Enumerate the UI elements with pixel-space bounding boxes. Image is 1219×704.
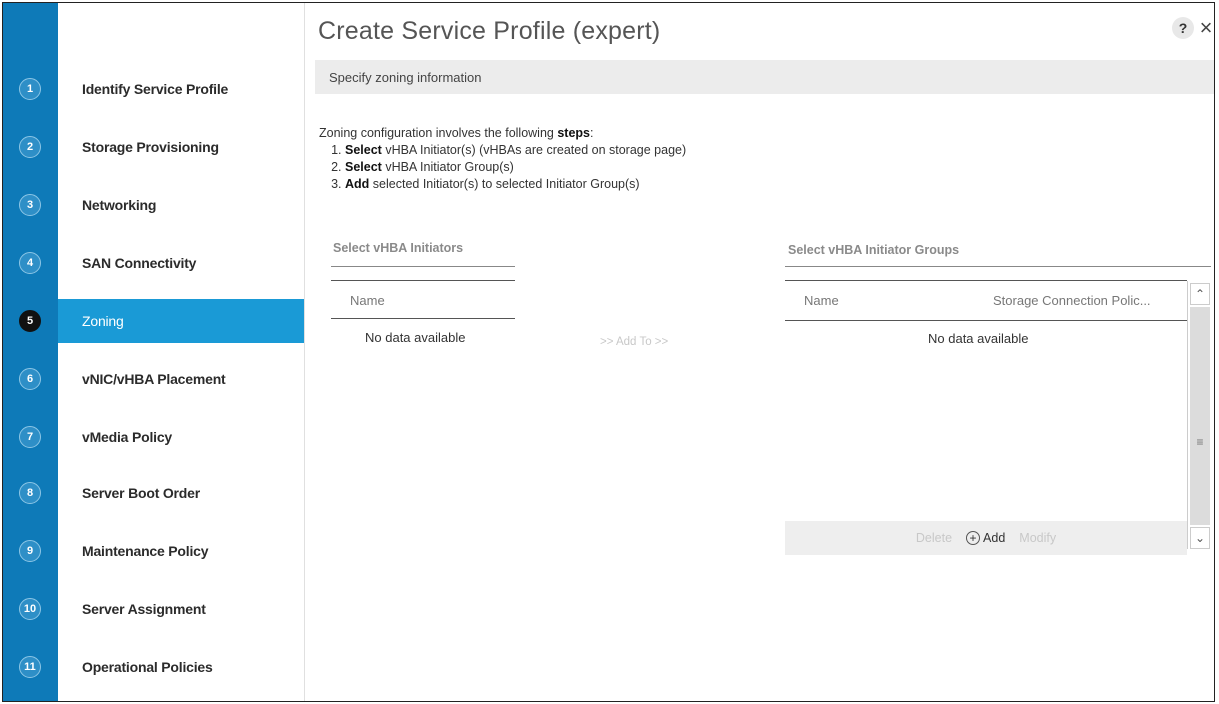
- initiators-section-label: Select vHBA Initiators: [333, 241, 464, 255]
- divider: [785, 280, 1187, 281]
- step-number-badge: 3: [19, 194, 41, 216]
- add-to-button[interactable]: >> Add To >>: [600, 336, 668, 348]
- step-number-badge: 8: [19, 482, 41, 504]
- wizard-step-operational-policies[interactable]: Operational Policies: [58, 645, 304, 689]
- step-number-badge: 1: [19, 78, 41, 100]
- page-title: Create Service Profile (expert): [318, 17, 661, 45]
- wizard-step-label: Identify Service Profile: [82, 81, 229, 97]
- close-icon[interactable]: ×: [1196, 15, 1214, 41]
- wizard-step-networking[interactable]: Networking: [58, 183, 304, 227]
- step-rail: [3, 3, 58, 701]
- zoning-instructions: Zoning configuration involves the follow…: [319, 125, 686, 193]
- divider: [331, 318, 515, 319]
- initiators-empty-message: No data available: [365, 330, 466, 345]
- step-number-badge: 5: [19, 310, 41, 332]
- step-number-badge: 10: [19, 598, 41, 620]
- wizard-step-label: Networking: [82, 197, 157, 213]
- groups-name-column-header[interactable]: Name: [804, 293, 839, 308]
- wizard-step-label: Server Boot Order: [82, 485, 200, 501]
- instruction-text: selected Initiator(s) to selected Initia…: [369, 177, 640, 191]
- wizard-step-vmedia-policy[interactable]: vMedia Policy: [58, 415, 304, 459]
- divider: [331, 266, 515, 267]
- help-icon[interactable]: ?: [1172, 17, 1194, 39]
- step-number-badge: 11: [19, 656, 41, 678]
- wizard-step-zoning[interactable]: Zoning: [58, 299, 304, 343]
- plus-icon: +: [966, 531, 981, 545]
- groups-policy-column-header[interactable]: Storage Connection Polic...: [993, 293, 1151, 308]
- groups-scrollbar[interactable]: ⌃ ≡ ⌄: [1187, 281, 1212, 549]
- instruction-text: vHBA Initiator Group(s): [381, 160, 514, 174]
- wizard-step-storage-provisioning[interactable]: Storage Provisioning: [58, 125, 304, 169]
- section-header: Specify zoning information: [315, 60, 1214, 94]
- divider: [331, 280, 515, 281]
- dialog-window: Create Service Profile (expert) ? × Spec…: [2, 2, 1215, 702]
- instruction-item: Select vHBA Initiator(s) (vHBAs are crea…: [345, 142, 686, 159]
- delete-button[interactable]: Delete: [916, 531, 952, 545]
- instruction-text: vHBA Initiator(s) (vHBAs are created on …: [381, 143, 687, 157]
- wizard-step-identify-service-profile[interactable]: Identify Service Profile: [58, 67, 304, 111]
- scroll-up-icon[interactable]: ⌃: [1190, 283, 1210, 305]
- main-panel: Create Service Profile (expert) ? × Spec…: [305, 3, 1214, 701]
- scroll-down-icon[interactable]: ⌄: [1190, 527, 1210, 549]
- grip-icon: ≡: [1196, 435, 1204, 449]
- instructions-lead-bold: steps: [557, 126, 590, 140]
- wizard-step-vnic-vhba-placement[interactable]: vNIC/vHBA Placement: [58, 357, 304, 401]
- wizard-step-label: SAN Connectivity: [82, 255, 197, 271]
- wizard-step-label: vNIC/vHBA Placement: [82, 371, 226, 387]
- step-number-badge: 7: [19, 426, 41, 448]
- modify-button[interactable]: Modify: [1019, 531, 1056, 545]
- divider: [785, 320, 1187, 321]
- wizard-step-server-boot-order[interactable]: Server Boot Order: [58, 471, 304, 515]
- instruction-item: Add selected Initiator(s) to selected In…: [345, 176, 686, 193]
- initiators-name-column-header[interactable]: Name: [350, 293, 385, 308]
- step-number-badge: 4: [19, 252, 41, 274]
- wizard-step-maintenance-policy[interactable]: Maintenance Policy: [58, 529, 304, 573]
- wizard-step-server-assignment[interactable]: Server Assignment: [58, 587, 304, 631]
- wizard-step-label: Storage Provisioning: [82, 139, 219, 155]
- step-number-badge: 9: [19, 540, 41, 562]
- instructions-lead-end: :: [590, 126, 594, 140]
- instruction-verb: Add: [345, 177, 370, 191]
- wizard-step-label: vMedia Policy: [82, 429, 172, 445]
- wizard-step-label: Server Assignment: [82, 601, 206, 617]
- add-button-label: Add: [983, 531, 1006, 545]
- instruction-item: Select vHBA Initiator Group(s): [345, 159, 686, 176]
- section-header-text: Specify zoning information: [329, 69, 482, 85]
- wizard-step-san-connectivity[interactable]: SAN Connectivity: [58, 241, 304, 285]
- wizard-step-label: Maintenance Policy: [82, 543, 209, 559]
- wizard-step-label: Operational Policies: [82, 659, 213, 675]
- instructions-lead-text: Zoning configuration involves the follow…: [319, 126, 558, 140]
- instructions-list: Select vHBA Initiator(s) (vHBAs are crea…: [319, 142, 686, 193]
- instructions-lead: Zoning configuration involves the follow…: [319, 125, 686, 142]
- groups-empty-message: No data available: [928, 331, 1029, 346]
- groups-section-label: Select vHBA Initiator Groups: [788, 243, 960, 257]
- step-number-badge: 2: [19, 136, 41, 158]
- instruction-verb: Select: [345, 143, 382, 157]
- wizard-step-label: Zoning: [82, 313, 124, 329]
- instruction-verb: Select: [345, 160, 382, 174]
- divider: [785, 266, 1211, 267]
- add-button[interactable]: + Add: [966, 531, 1005, 545]
- groups-toolbar: Delete + Add Modify: [785, 521, 1187, 555]
- scroll-thumb[interactable]: ≡: [1190, 307, 1210, 525]
- step-number-badge: 6: [19, 368, 41, 390]
